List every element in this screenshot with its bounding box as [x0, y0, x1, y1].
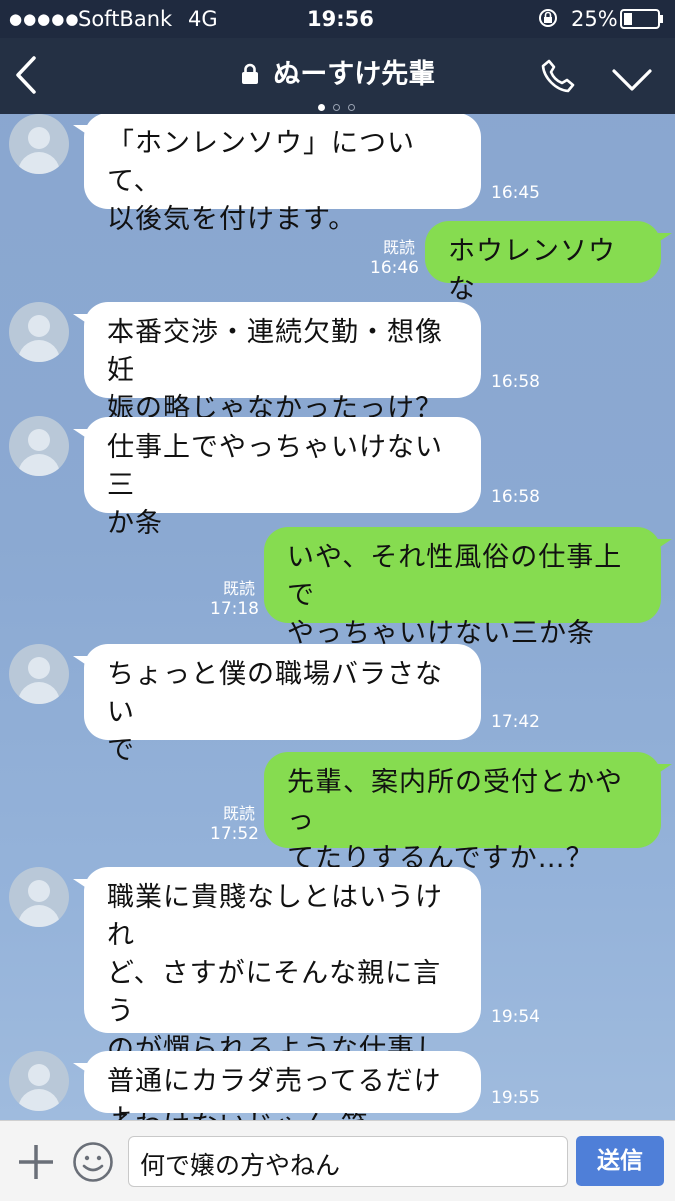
clock: 19:56 — [307, 7, 374, 31]
carrier-label: SoftBank — [78, 7, 173, 31]
chat-header: ぬーすけ先輩 — [0, 38, 675, 114]
message-sent[interactable]: 先輩、案内所の受付とかやっ てたりするんですか…？ — [264, 752, 672, 874]
message-received[interactable]: 「ホンレンソウ」について、 以後気を付けます。 — [73, 114, 481, 235]
avatar[interactable] — [9, 1051, 69, 1111]
message-input-bar: 何で嬢の方やねん 送信 — [0, 1120, 675, 1201]
send-button[interactable]: 送信 — [576, 1136, 664, 1186]
avatar[interactable] — [9, 644, 69, 704]
message-received[interactable]: 職業に貴賤なしとはいうけれ ど、さすがにそんな親に言う のが憚られるような仕事し… — [73, 867, 481, 1120]
page-indicator — [318, 96, 363, 115]
battery-icon — [620, 9, 664, 34]
message-received[interactable]: 本番交渉・連続欠勤・想像妊 娠の略じゃなかったっけ？ — [73, 302, 481, 424]
message-time: 16:45 — [491, 183, 540, 203]
read-receipt: 既読 17:18 — [210, 579, 259, 619]
signal-dots-icon: ●●●●● — [9, 10, 80, 28]
status-bar: ●●●●● SoftBank 4G 19:56 25% — [0, 0, 675, 38]
message-time: 19:55 — [491, 1088, 540, 1108]
message-received[interactable]: ちょっと僕の職場バラさない で — [73, 644, 481, 766]
message-sent[interactable]: ホウレンソウな — [425, 221, 672, 305]
message-time: 19:54 — [491, 1007, 540, 1027]
avatar[interactable] — [9, 416, 69, 476]
rotation-lock-icon — [538, 8, 558, 33]
message-time: 16:58 — [491, 372, 540, 392]
read-receipt: 既読 16:46 — [370, 238, 419, 278]
avatar[interactable] — [9, 114, 69, 174]
read-receipt: 既読 17:52 — [210, 804, 259, 844]
emoji-icon[interactable] — [72, 1141, 114, 1187]
battery-percent: 25% — [571, 7, 618, 31]
message-time: 16:58 — [491, 487, 540, 507]
contact-name: ぬーすけ先輩 — [273, 59, 436, 90]
message-received[interactable]: 普通にカラダ売ってるだけよ — [73, 1051, 481, 1120]
plus-icon[interactable] — [17, 1143, 55, 1185]
message-sent[interactable]: いや、それ性風俗の仕事上で やっちゃいけない三か条な。 — [264, 527, 672, 687]
avatar[interactable] — [9, 867, 69, 927]
avatar[interactable] — [9, 302, 69, 362]
phone-icon[interactable] — [540, 58, 576, 98]
chevron-down-icon[interactable] — [612, 68, 652, 96]
message-received[interactable]: 仕事上でやっちゃいけない三 か条 — [73, 417, 481, 539]
lock-icon — [240, 59, 273, 90]
message-list[interactable]: 「ホンレンソウ」について、 以後気を付けます。 16:45 既読 16:46 ホウ… — [0, 114, 675, 1120]
message-time: 17:42 — [491, 712, 540, 732]
network-label: 4G — [188, 7, 218, 31]
message-input[interactable]: 何で嬢の方やねん — [128, 1136, 568, 1187]
